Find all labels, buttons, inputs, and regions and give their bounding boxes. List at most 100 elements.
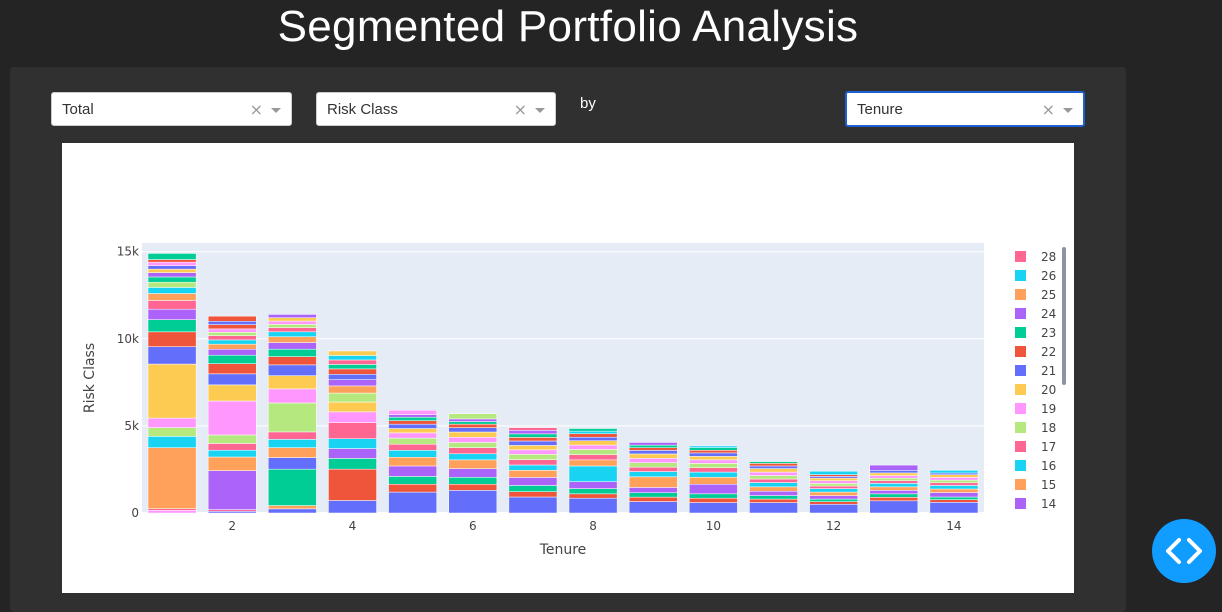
bar-segment[interactable] (869, 493, 919, 498)
bar-segment[interactable] (689, 447, 738, 451)
bar-segment[interactable] (207, 324, 257, 330)
bar-segment[interactable] (568, 488, 618, 495)
clear-icon[interactable]: × (250, 100, 263, 119)
bar-segment[interactable] (628, 447, 678, 451)
bar-segment[interactable] (809, 483, 858, 487)
bar-segment[interactable] (628, 476, 678, 488)
bar-segment[interactable] (328, 355, 377, 361)
bar-segment[interactable] (448, 490, 498, 514)
bar-segment[interactable] (147, 265, 197, 270)
bar-segment[interactable] (207, 328, 257, 333)
bar-segment[interactable] (207, 332, 257, 336)
bar-segment[interactable] (207, 373, 257, 386)
bar-segment[interactable] (147, 276, 197, 283)
bar-segment[interactable] (568, 430, 618, 434)
bar-segment[interactable] (869, 500, 919, 514)
bar-segment[interactable] (448, 423, 498, 428)
bar-segment[interactable] (147, 447, 197, 509)
bar-segment[interactable] (268, 342, 317, 350)
bar-segment[interactable] (929, 488, 979, 493)
bar-segment[interactable] (689, 471, 738, 478)
bar-segment[interactable] (689, 452, 738, 457)
bar-segment[interactable] (448, 421, 498, 425)
bar-segment[interactable] (328, 374, 377, 380)
bar-segment[interactable] (268, 388, 317, 404)
bar-segment[interactable] (207, 509, 257, 512)
legend-item[interactable]: 22 (1015, 345, 1056, 359)
code-toggle-button[interactable] (1152, 519, 1216, 583)
bar-segment[interactable] (689, 459, 738, 464)
bar-segment[interactable] (508, 496, 558, 514)
bar-segment[interactable] (207, 321, 257, 325)
bar-segment[interactable] (689, 450, 738, 454)
bar-segment[interactable] (268, 468, 317, 506)
bar-segment[interactable] (268, 402, 317, 433)
bar-segment[interactable] (749, 468, 798, 473)
bar-segment[interactable] (268, 331, 317, 338)
bar-segment[interactable] (147, 510, 197, 514)
bar-segment[interactable] (568, 497, 618, 514)
bar-segment[interactable] (388, 465, 437, 477)
bar-segment[interactable] (207, 339, 257, 345)
bar-segment[interactable] (448, 427, 498, 433)
bar-segment[interactable] (207, 315, 257, 322)
bar-segment[interactable] (388, 423, 437, 429)
bar-segment[interactable] (207, 354, 257, 364)
bar-segment[interactable] (147, 281, 197, 288)
bar-segment[interactable] (689, 445, 738, 448)
bar-segment[interactable] (809, 501, 858, 505)
bar-segment[interactable] (388, 491, 437, 514)
bar-segment[interactable] (207, 343, 257, 350)
bar-segment[interactable] (508, 491, 558, 498)
bar-segment[interactable] (388, 409, 437, 415)
bar-segment[interactable] (929, 470, 979, 474)
bar-segment[interactable] (809, 498, 858, 502)
bar-segment[interactable] (628, 496, 678, 502)
bar-segment[interactable] (929, 492, 979, 498)
legend[interactable]: 28 26 25 24 23 22 21 20 19 18 17 16 15 14 (1015, 250, 1056, 511)
bar-segment[interactable] (207, 511, 257, 514)
bar-segment[interactable] (628, 453, 678, 459)
bar-segment[interactable] (809, 470, 858, 475)
bar-segment[interactable] (568, 459, 618, 467)
groupby-dropdown[interactable]: Tenure × (845, 91, 1085, 127)
segment-dropdown[interactable]: Risk Class × (316, 92, 556, 126)
bar-segment[interactable] (869, 486, 919, 491)
bar-segment[interactable] (147, 363, 197, 419)
bar-segment[interactable] (328, 350, 377, 356)
bar-segment[interactable] (568, 440, 618, 446)
bar-segment[interactable] (628, 450, 678, 455)
bar-segment[interactable] (929, 474, 979, 478)
bar-segment[interactable] (147, 259, 197, 263)
bar-segment[interactable] (328, 401, 377, 413)
legend-item[interactable]: 23 (1015, 326, 1056, 340)
bar-segment[interactable] (749, 471, 798, 476)
bar-segment[interactable] (749, 502, 798, 514)
bar-segment[interactable] (207, 363, 257, 375)
bar-segment[interactable] (328, 468, 377, 501)
bar-segment[interactable] (749, 475, 798, 480)
legend-item[interactable]: 17 (1015, 440, 1056, 454)
bar-segment[interactable] (689, 467, 738, 473)
bar-segment[interactable] (929, 502, 979, 514)
bar-segment[interactable] (568, 481, 618, 489)
bar-segment[interactable] (448, 442, 498, 448)
bar-segment[interactable] (147, 319, 197, 333)
bar-segment[interactable] (388, 457, 437, 467)
bar-segment[interactable] (869, 464, 919, 471)
bar-segment[interactable] (508, 430, 558, 435)
bar-segment[interactable] (749, 490, 798, 496)
bar-segment[interactable] (207, 434, 257, 444)
bar-segment[interactable] (207, 349, 257, 356)
bar-segment[interactable] (448, 484, 498, 491)
bar-segment[interactable] (388, 450, 437, 458)
bar-segment[interactable] (568, 428, 618, 432)
bar-segment[interactable] (448, 431, 498, 438)
bar-segment[interactable] (328, 422, 377, 439)
bar-segment[interactable] (147, 508, 197, 511)
bar-segment[interactable] (147, 287, 197, 294)
bar-segment[interactable] (508, 437, 558, 442)
bar-segment[interactable] (689, 477, 738, 485)
bar-segment[interactable] (328, 392, 377, 403)
bar-segment[interactable] (328, 368, 377, 375)
